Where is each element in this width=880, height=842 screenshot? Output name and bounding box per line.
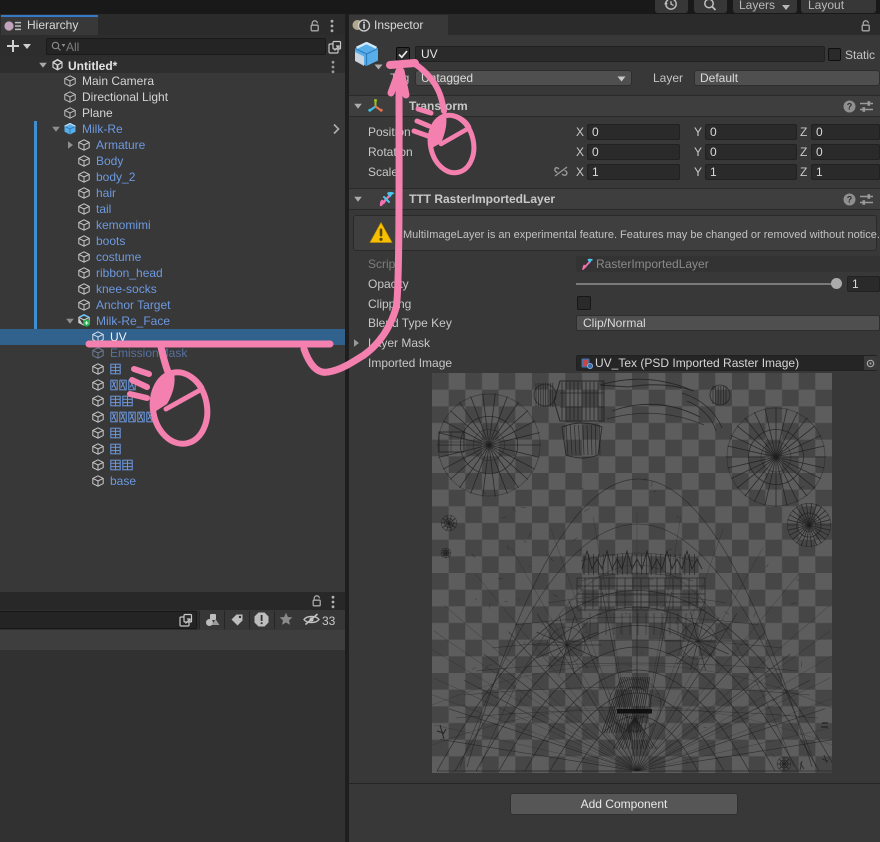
svg-text:?: ?: [847, 102, 853, 112]
svg-text:?: ?: [847, 195, 853, 205]
